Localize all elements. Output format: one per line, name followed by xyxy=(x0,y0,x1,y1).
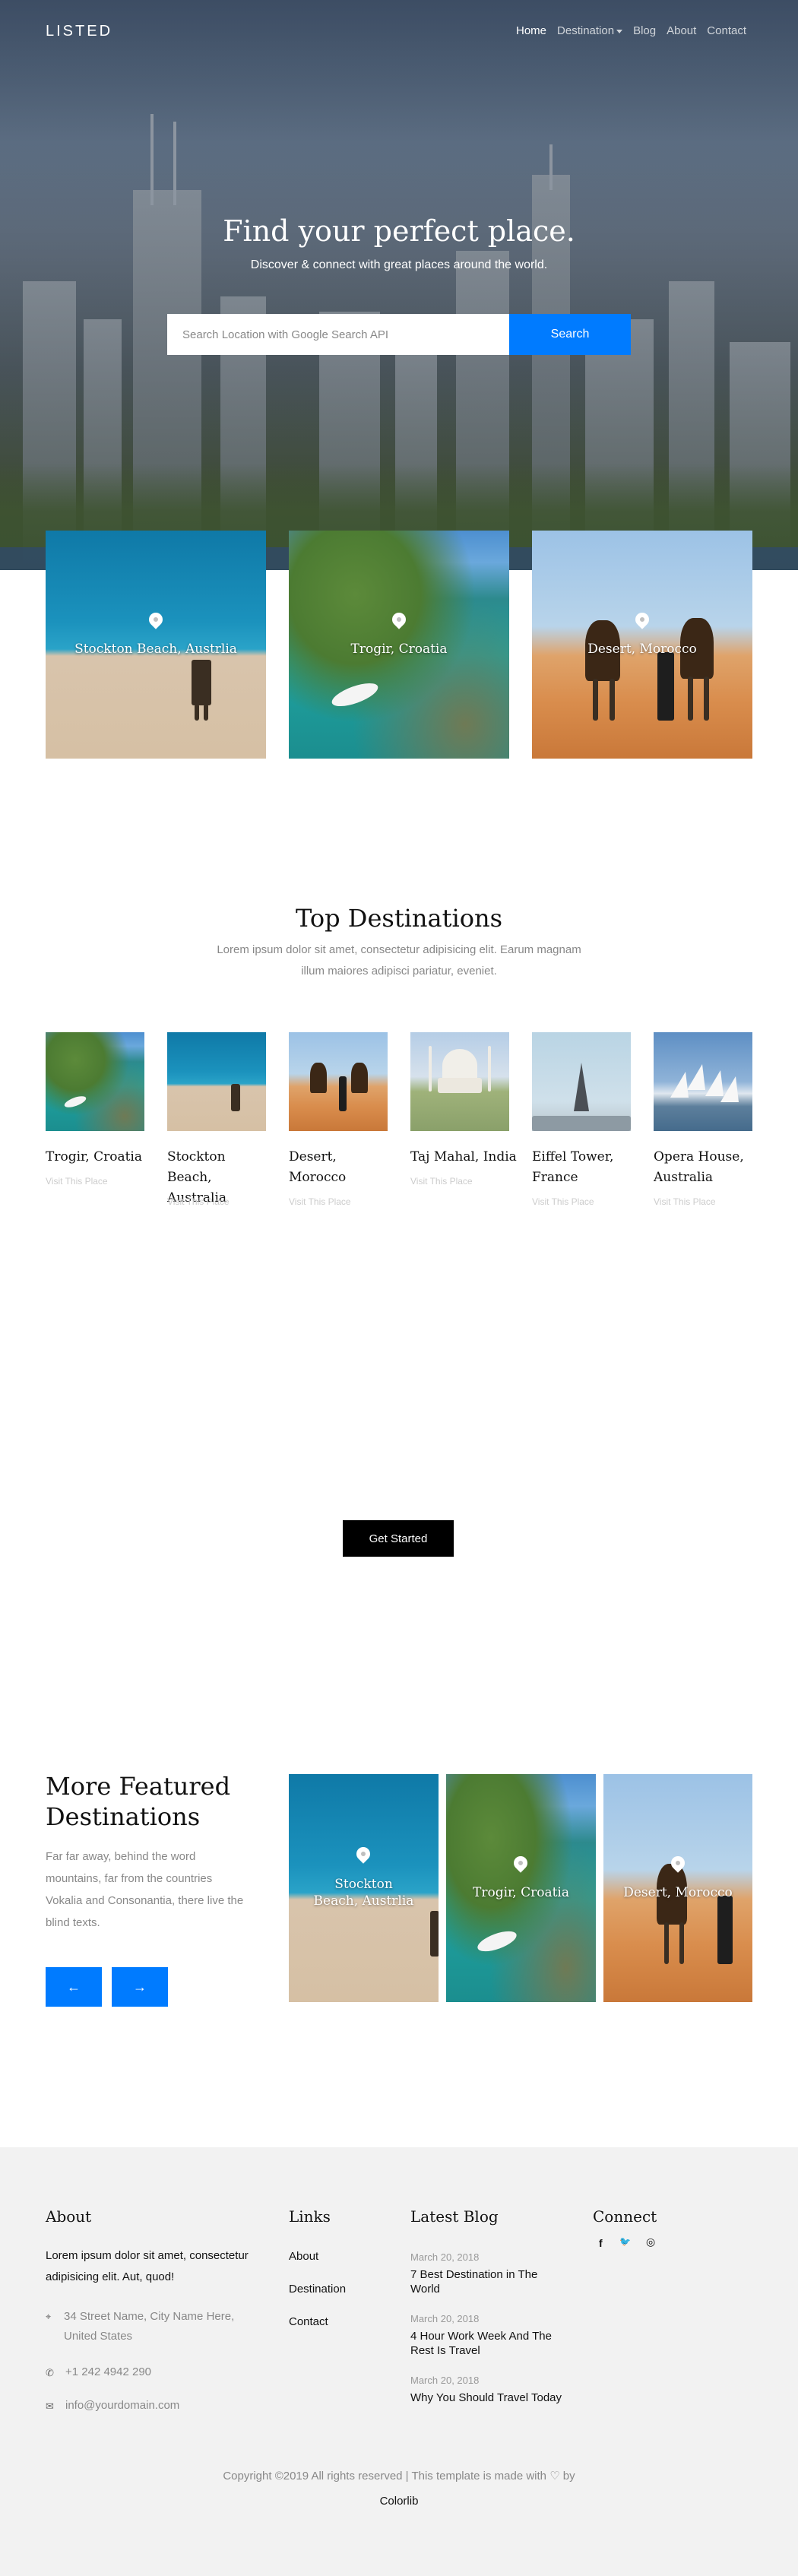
more-featured-text: Far far away, behind the word mountains,… xyxy=(46,1850,244,1929)
nav-destination-label: Destination xyxy=(557,24,615,37)
blog-post-title[interactable]: 4 Hour Work Week And The Rest Is Travel xyxy=(410,2329,570,2358)
prev-arrow-icon[interactable]: ← xyxy=(46,1967,102,2007)
map-pin-icon xyxy=(146,610,166,629)
destination-name[interactable]: Eiffel Tower, France xyxy=(532,1147,638,1188)
destination-name[interactable]: Trogir, Croatia xyxy=(46,1147,152,1168)
featured-tile-label: Stockton Beach, Austrlia xyxy=(74,642,237,657)
map-pin-icon xyxy=(389,610,409,629)
footer-phone[interactable]: +1 242 4942 290 xyxy=(65,2362,151,2382)
destination-image-taj[interactable] xyxy=(410,1032,509,1131)
nav-home[interactable]: Home xyxy=(516,24,546,37)
search-form: Search xyxy=(167,314,631,355)
visit-link[interactable]: Visit This Place xyxy=(654,1196,760,1207)
footer-about-text: Lorem ipsum dolor sit amet, consectetur … xyxy=(46,2249,249,2283)
map-pin-icon xyxy=(632,610,652,629)
visit-link[interactable]: Visit This Place xyxy=(167,1196,274,1207)
destination-image-stockton[interactable] xyxy=(167,1032,266,1131)
blog-post-date: March 20, 2018 xyxy=(410,2375,480,2386)
footer-about-heading: About xyxy=(46,2207,92,2226)
destination-image-desert[interactable] xyxy=(289,1032,388,1131)
more-featured-title: More Featured Destinations xyxy=(46,1772,231,1831)
map-pin-icon xyxy=(353,1844,373,1864)
copyright-text: Copyright ©2019 All rights reserved | Th… xyxy=(223,2470,575,2483)
destination-name[interactable]: Desert, Morocco xyxy=(289,1147,395,1188)
carousel-tile-desert[interactable]: Desert, Morocco xyxy=(603,1774,752,2002)
blog-post-title[interactable]: Why You Should Travel Today xyxy=(410,2391,570,2405)
footer-address: 34 Street Name, City Name Here, United S… xyxy=(64,2310,235,2343)
visit-link[interactable]: Visit This Place xyxy=(46,1176,152,1187)
top-destinations-subtitle: Lorem ipsum dolor sit amet, consectetur … xyxy=(217,943,581,977)
featured-tile-croatia[interactable]: Trogir, Croatia xyxy=(289,531,509,759)
carousel-tile-beach[interactable]: Stockton Beach, Austrlia xyxy=(289,1774,439,2002)
footer-link-contact[interactable]: Contact xyxy=(289,2315,328,2328)
destination-image-trogir[interactable] xyxy=(46,1032,144,1131)
nav-about[interactable]: About xyxy=(667,24,696,37)
footer-blog-heading: Latest Blog xyxy=(410,2207,499,2226)
chevron-down-icon xyxy=(616,29,623,33)
visit-link[interactable]: Visit This Place xyxy=(289,1196,395,1207)
destination-image-eiffel[interactable] xyxy=(532,1032,631,1131)
hero-section xyxy=(0,0,798,570)
footer-link-about[interactable]: About xyxy=(289,2250,318,2263)
footer-links-heading: Links xyxy=(289,2207,331,2226)
footer-email[interactable]: info@yourdomain.com xyxy=(65,2396,179,2416)
copyright-brand-link[interactable]: Colorlib xyxy=(0,2495,798,2508)
footer-link-destination[interactable]: Destination xyxy=(289,2283,346,2296)
top-destinations-title: Top Destinations xyxy=(296,904,502,933)
hero-subtitle: Discover & connect with great places aro… xyxy=(250,258,548,271)
footer xyxy=(0,2147,798,2576)
facebook-icon[interactable]: f xyxy=(599,2237,603,2249)
carousel-tile-label: Trogir, Croatia xyxy=(473,1885,569,1900)
nav-destination[interactable]: Destination xyxy=(557,24,623,37)
map-marker-icon: ⌖ xyxy=(46,2311,52,2322)
blog-post-date: March 20, 2018 xyxy=(410,2251,480,2263)
visit-link[interactable]: Visit This Place xyxy=(532,1196,638,1207)
blog-post-date: March 20, 2018 xyxy=(410,2313,480,2324)
envelope-icon: ✉ xyxy=(46,2400,54,2412)
site-logo[interactable]: LISTED xyxy=(46,23,112,40)
destination-name[interactable]: Opera House, Australia xyxy=(654,1147,760,1188)
instagram-icon[interactable]: ◎ xyxy=(646,2235,655,2248)
carousel-tile-croatia[interactable]: Trogir, Croatia xyxy=(446,1774,596,2002)
carousel-tile-label: Desert, Morocco xyxy=(623,1885,733,1900)
carousel-tile-label: Stockton Beach, Austrlia xyxy=(313,1877,414,1909)
featured-tile-desert[interactable]: Desert, Morocco xyxy=(532,531,752,759)
destination-image-opera[interactable] xyxy=(654,1032,752,1131)
twitter-icon[interactable]: 🐦 xyxy=(619,2236,631,2247)
search-button[interactable]: Search xyxy=(509,314,631,355)
main-nav: Home Destination Blog About Contact xyxy=(516,24,746,37)
nav-contact[interactable]: Contact xyxy=(707,24,746,37)
featured-tile-label: Desert, Morocco xyxy=(587,642,697,657)
get-started-button[interactable]: Get Started xyxy=(343,1520,454,1557)
blog-post-title[interactable]: 7 Best Destination in The World xyxy=(410,2267,570,2296)
phone-icon: ✆ xyxy=(46,2367,54,2378)
hero-title: Find your perfect place. xyxy=(223,214,575,248)
featured-tile-beach[interactable]: Stockton Beach, Austrlia xyxy=(46,531,266,759)
featured-tile-label: Trogir, Croatia xyxy=(350,642,448,657)
destination-name[interactable]: Taj Mahal, India xyxy=(410,1147,517,1168)
nav-blog[interactable]: Blog xyxy=(633,24,656,37)
visit-link[interactable]: Visit This Place xyxy=(410,1176,517,1187)
footer-connect-heading: Connect xyxy=(593,2207,657,2226)
map-pin-icon xyxy=(511,1853,530,1873)
next-arrow-icon[interactable]: → xyxy=(112,1967,168,2007)
search-input[interactable] xyxy=(167,314,509,355)
